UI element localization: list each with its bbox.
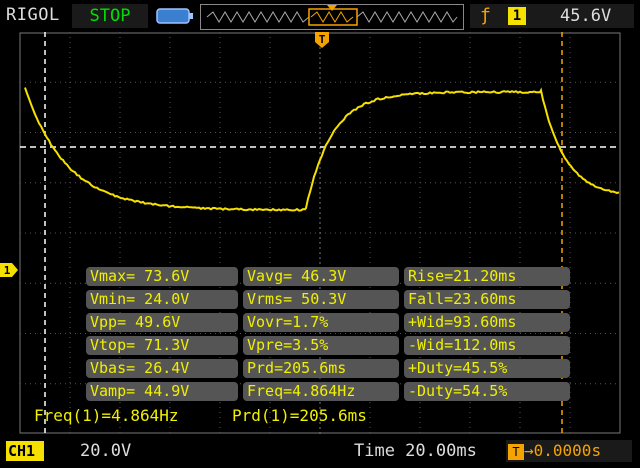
- measurement-row: Vmax= 73.6V Vavg= 46.3V Rise=21.20ms: [86, 267, 570, 287]
- measurement-row: Vbas= 26.4V Prd=205.6ms +Duty=45.5%: [86, 359, 570, 379]
- measurement-cell: Freq=4.864Hz: [243, 382, 399, 401]
- measurement-cell: Rise=21.20ms: [404, 267, 570, 286]
- measurement-row: Vamp= 44.9V Freq=4.864Hz -Duty=54.5%: [86, 382, 570, 402]
- trigger-offset[interactable]: T →0.0000s: [506, 440, 632, 462]
- measurement-cell: Vtop= 71.3V: [86, 336, 238, 355]
- brand-logo: RIGOL: [6, 5, 60, 25]
- trigger-source-badge: 1: [508, 7, 526, 25]
- frequency-readout: Freq(1)=4.864Hz: [34, 406, 179, 425]
- channel1-label[interactable]: CH1: [6, 441, 44, 461]
- bottom-status-bar: CH1 20.0V Time 20.00ms T →0.0000s: [0, 436, 640, 468]
- measurement-cell: Vbas= 26.4V: [86, 359, 238, 378]
- channel1-scale[interactable]: 20.0V: [80, 441, 131, 461]
- measurement-row: Vmin= 24.0V Vrms= 50.3V Fall=23.60ms: [86, 290, 570, 310]
- measurement-cell: Vpp= 49.6V: [86, 313, 238, 332]
- measurement-cell: -Duty=54.5%: [404, 382, 570, 401]
- trigger-offset-arrow-icon: →: [524, 441, 534, 460]
- measurement-row: Vtop= 71.3V Vpre=3.5% -Wid=112.0ms: [86, 336, 570, 356]
- channel1-waveform: [25, 88, 619, 211]
- timebase-readout[interactable]: Time 20.00ms: [354, 441, 477, 461]
- trigger-t-icon: T: [508, 444, 524, 460]
- measurement-cell: Vamp= 44.9V: [86, 382, 238, 401]
- trigger-settings[interactable]: ƒ 1 45.6V: [470, 4, 634, 28]
- measurement-row: Vpp= 49.6V Vovr=1.7% +Wid=93.60ms: [86, 313, 570, 333]
- waveform-position-strip[interactable]: [200, 4, 464, 30]
- measurement-cell: Prd=205.6ms: [243, 359, 399, 378]
- measurement-cell: +Wid=93.60ms: [404, 313, 570, 332]
- measurement-cell: Vpre=3.5%: [243, 336, 399, 355]
- run-state-indicator[interactable]: STOP: [72, 4, 148, 28]
- measurement-cell: Fall=23.60ms: [404, 290, 570, 309]
- period-readout: Prd(1)=205.6ms: [232, 406, 367, 425]
- trigger-marker-label: T: [319, 33, 326, 46]
- memory-depth-icon: [156, 6, 194, 26]
- trigger-offset-value: 0.0000s: [534, 441, 601, 460]
- measurement-cell: Vavg= 46.3V: [243, 267, 399, 286]
- measurement-cell: -Wid=112.0ms: [404, 336, 570, 355]
- top-status-bar: RIGOL STOP ƒ 1 45.6V: [0, 0, 640, 32]
- measurement-cell: Vovr=1.7%: [243, 313, 399, 332]
- measurement-cell: +Duty=45.5%: [404, 359, 570, 378]
- measurement-cell: Vmax= 73.6V: [86, 267, 238, 286]
- measurement-cell: Vrms= 50.3V: [243, 290, 399, 309]
- rising-edge-icon: ƒ: [480, 5, 491, 26]
- measurement-cell: Vmin= 24.0V: [86, 290, 238, 309]
- channel1-marker-label: 1: [4, 264, 11, 277]
- trigger-level: 45.6V: [560, 6, 611, 26]
